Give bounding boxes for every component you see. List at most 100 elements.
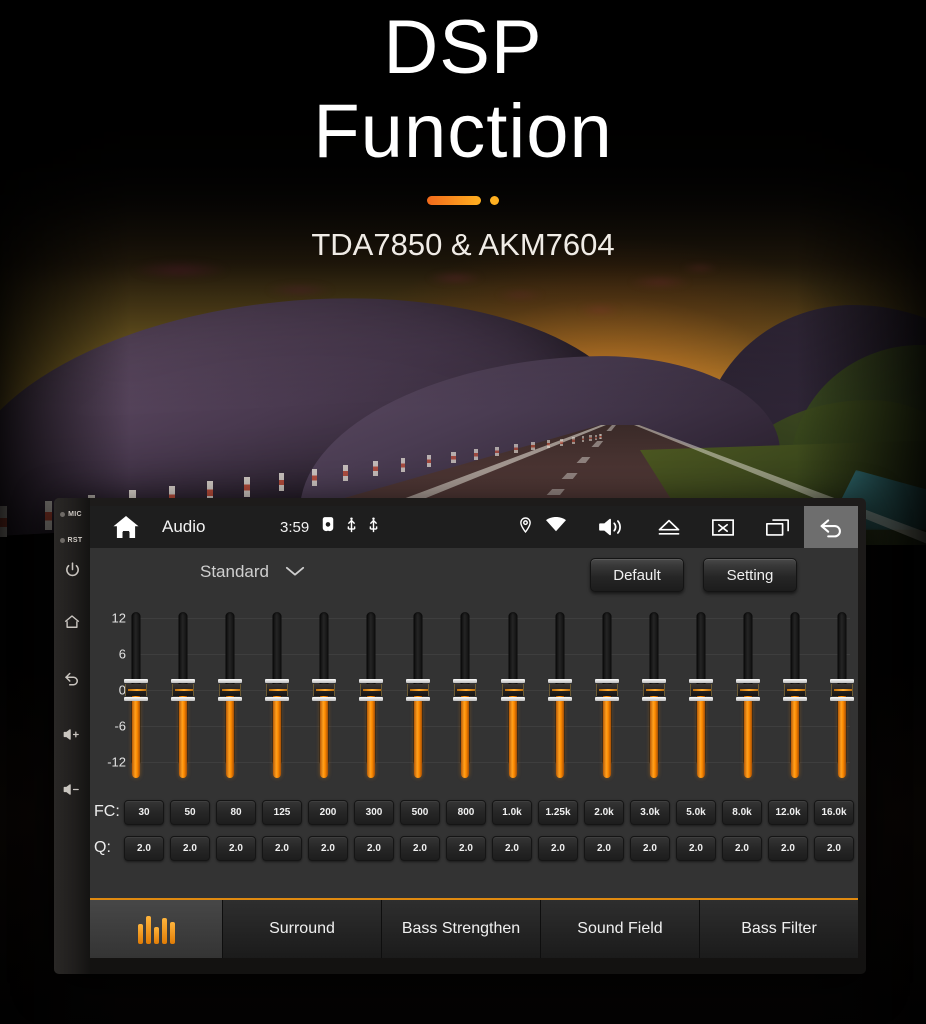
q-cell[interactable]: 2.0: [400, 835, 440, 861]
fc-cell[interactable]: 1.0k: [492, 799, 532, 825]
eq-slider[interactable]: [265, 608, 290, 790]
axis-tick-label: -12: [107, 754, 126, 770]
tab-bass-filter[interactable]: Bass Filter: [700, 900, 858, 958]
eject-icon[interactable]: [642, 506, 696, 548]
q-cell[interactable]: 2.0: [124, 835, 164, 861]
fc-cell[interactable]: 50: [170, 799, 210, 825]
eq-slider-thumb[interactable]: [453, 679, 478, 701]
eq-slider-thumb[interactable]: [218, 679, 243, 701]
eq-slider[interactable]: [359, 608, 384, 790]
thumb-bar-top: [265, 679, 290, 683]
eq-slider[interactable]: [594, 608, 619, 790]
back-arrow-icon[interactable]: [804, 506, 858, 548]
fc-cell[interactable]: 3.0k: [630, 799, 670, 825]
multi-window-icon[interactable]: [750, 506, 804, 548]
tab-bass-strengthen[interactable]: Bass Strengthen: [382, 900, 541, 958]
home-icon[interactable]: [63, 613, 81, 631]
eq-slider[interactable]: [782, 608, 807, 790]
q-cell[interactable]: 2.0: [538, 835, 578, 861]
volume-icon[interactable]: [580, 506, 642, 548]
q-cell[interactable]: 2.0: [446, 835, 486, 861]
tab-sound-field[interactable]: Sound Field: [541, 900, 700, 958]
eq-slider[interactable]: [312, 608, 337, 790]
fc-cell[interactable]: 80: [216, 799, 256, 825]
q-cell[interactable]: 2.0: [492, 835, 532, 861]
eq-slider-fill: [226, 690, 235, 778]
q-cell[interactable]: 2.0: [722, 835, 762, 861]
eq-slider-fill: [743, 690, 752, 778]
fc-cell[interactable]: 16.0k: [814, 799, 854, 825]
eq-slider-thumb[interactable]: [547, 679, 572, 701]
guardrail-post: [589, 435, 592, 441]
preset-dropdown[interactable]: Standard: [200, 562, 305, 582]
close-box-icon[interactable]: [696, 506, 750, 548]
eq-slider[interactable]: [829, 608, 854, 790]
eq-slider[interactable]: [218, 608, 243, 790]
eq-slider-thumb[interactable]: [124, 679, 148, 701]
thumb-body: [172, 684, 195, 696]
thumb-bar-top: [735, 679, 760, 683]
status-home-button[interactable]: [90, 515, 162, 540]
preset-toolbar: Standard Default Setting: [90, 548, 858, 604]
tab-surround[interactable]: Surround: [223, 900, 382, 958]
eq-slider-thumb[interactable]: [359, 679, 384, 701]
eq-slider-thumb[interactable]: [782, 679, 807, 701]
tab-label: Surround: [269, 920, 335, 937]
fc-cell[interactable]: 12.0k: [768, 799, 808, 825]
fc-cell[interactable]: 800: [446, 799, 486, 825]
eq-slider-thumb[interactable]: [265, 679, 290, 701]
location-pin-icon: [519, 516, 532, 538]
fc-cell[interactable]: 8.0k: [722, 799, 762, 825]
eq-slider-thumb[interactable]: [829, 679, 854, 701]
eq-slider-thumb[interactable]: [735, 679, 760, 701]
q-cell[interactable]: 2.0: [216, 835, 256, 861]
q-cell[interactable]: 2.0: [170, 835, 210, 861]
eq-slider[interactable]: [547, 608, 572, 790]
q-cell[interactable]: 2.0: [584, 835, 624, 861]
eq-slider[interactable]: [641, 608, 666, 790]
thumb-body: [266, 684, 289, 696]
eq-slider[interactable]: [500, 608, 525, 790]
eq-slider-thumb[interactable]: [171, 679, 196, 701]
fc-cell[interactable]: 200: [308, 799, 348, 825]
reset-indicator[interactable]: RST: [59, 537, 83, 544]
fc-cell[interactable]: 300: [354, 799, 394, 825]
thumb-body: [313, 684, 336, 696]
eq-slider[interactable]: [735, 608, 760, 790]
volume-down-icon[interactable]: [62, 782, 82, 797]
q-cell[interactable]: 2.0: [354, 835, 394, 861]
back-icon[interactable]: [63, 669, 81, 687]
eq-slider-thumb[interactable]: [594, 679, 619, 701]
q-cell[interactable]: 2.0: [768, 835, 808, 861]
eq-slider-thumb[interactable]: [641, 679, 666, 701]
power-icon[interactable]: [64, 561, 81, 578]
eq-slider[interactable]: [406, 608, 431, 790]
setting-button[interactable]: Setting: [703, 558, 797, 592]
fc-cell[interactable]: 2.0k: [584, 799, 624, 825]
eq-slider[interactable]: [688, 608, 713, 790]
fc-cell[interactable]: 125: [262, 799, 302, 825]
q-cell[interactable]: 2.0: [814, 835, 854, 861]
tab-equalizer[interactable]: [90, 900, 223, 958]
q-cell[interactable]: 2.0: [676, 835, 716, 861]
eq-slider[interactable]: [124, 608, 148, 790]
status-bar: Audio 3:59: [90, 506, 858, 548]
volume-up-icon[interactable]: [62, 727, 82, 742]
thumb-bar-bottom: [500, 697, 525, 701]
fc-cell[interactable]: 5.0k: [676, 799, 716, 825]
fc-cell[interactable]: 30: [124, 799, 164, 825]
eq-slider[interactable]: [453, 608, 478, 790]
eq-slider-thumb[interactable]: [500, 679, 525, 701]
eq-slider[interactable]: [171, 608, 196, 790]
q-cell[interactable]: 2.0: [630, 835, 670, 861]
eq-slider-thumb[interactable]: [688, 679, 713, 701]
fc-cell[interactable]: 500: [400, 799, 440, 825]
fc-cell[interactable]: 1.25k: [538, 799, 578, 825]
eq-slider-thumb[interactable]: [312, 679, 337, 701]
eq-slider-thumb[interactable]: [406, 679, 431, 701]
thumb-bar-bottom: [359, 697, 384, 701]
thumb-bar-bottom: [829, 697, 854, 701]
q-cell[interactable]: 2.0: [308, 835, 348, 861]
default-button[interactable]: Default: [590, 558, 684, 592]
q-cell[interactable]: 2.0: [262, 835, 302, 861]
